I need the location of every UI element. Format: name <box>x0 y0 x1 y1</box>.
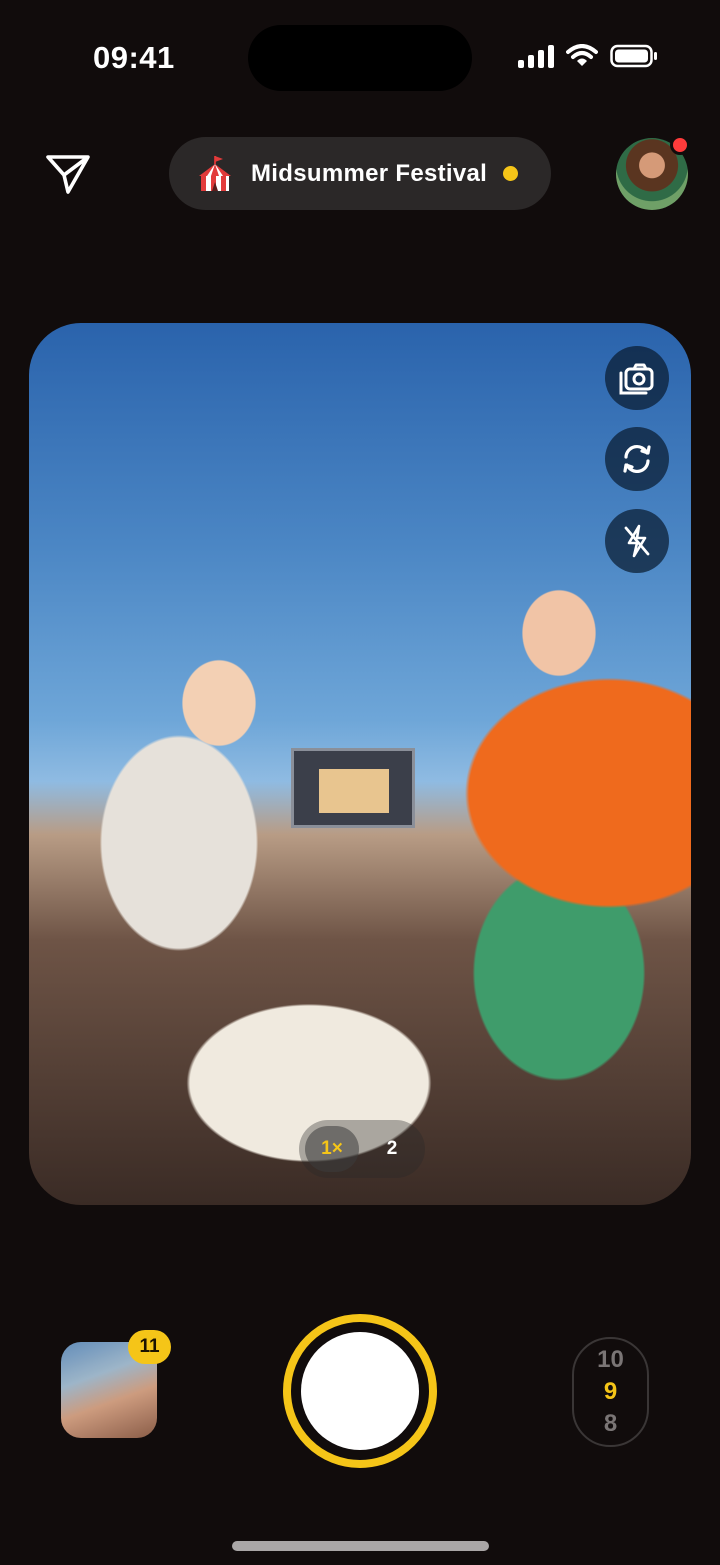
status-bar: 09:41 <box>0 0 720 120</box>
rotate-icon <box>623 444 651 474</box>
zoom-selector: 1× 2 <box>299 1120 425 1178</box>
stage-screen <box>319 769 389 813</box>
zoom-1x-button[interactable]: 1× <box>305 1126 359 1172</box>
gallery-count-badge: 11 <box>128 1330 171 1364</box>
flash-off-icon <box>624 524 650 558</box>
home-indicator[interactable] <box>232 1541 489 1551</box>
flip-camera-button[interactable] <box>605 427 669 491</box>
notification-badge <box>670 135 690 155</box>
shutter-button[interactable] <box>283 1314 437 1468</box>
switch-camera-button[interactable] <box>605 346 669 410</box>
wifi-icon <box>566 44 598 66</box>
live-indicator <box>503 166 519 181</box>
event-name: Midsummer Festival <box>251 159 488 187</box>
flash-toggle-button[interactable] <box>605 509 669 573</box>
dynamic-island <box>248 25 472 91</box>
battery-icon <box>610 44 657 68</box>
status-time: 09:41 <box>93 40 175 75</box>
zoom-2x-button[interactable]: 2 <box>365 1126 419 1172</box>
circus-tent-icon <box>199 155 231 191</box>
shutter-core <box>301 1332 419 1450</box>
counter-previous: 10 <box>597 1346 624 1373</box>
shots-remaining-counter[interactable]: 10 9 8 <box>572 1337 649 1447</box>
send-button[interactable] <box>44 150 92 198</box>
system-icons <box>518 44 658 68</box>
counter-next: 8 <box>603 1410 618 1437</box>
event-selector[interactable]: Midsummer Festival <box>169 137 551 210</box>
stage-screen-scene <box>291 748 415 828</box>
camera-viewfinder[interactable]: 1× 2 <box>29 323 691 1205</box>
cellular-signal-icon <box>518 44 554 68</box>
counter-current: 9 <box>603 1378 618 1405</box>
paper-plane-icon <box>46 155 90 194</box>
switch-camera-icon <box>619 363 654 395</box>
